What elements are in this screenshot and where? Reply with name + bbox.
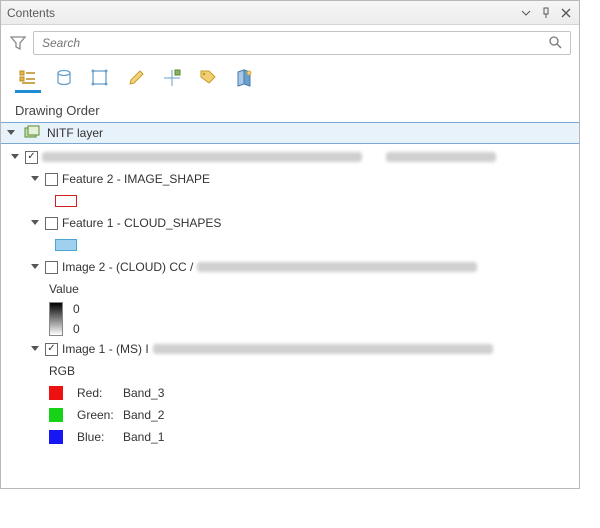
visibility-checkbox[interactable]: [45, 217, 58, 230]
expand-toggle[interactable]: [29, 173, 41, 185]
value-heading-row: Value: [5, 278, 575, 300]
list-by-perspective-imagery-button[interactable]: [231, 67, 257, 93]
panel-titlebar: Contents: [1, 1, 579, 25]
table-row[interactable]: [5, 146, 575, 168]
list-by-drawing-order-button[interactable]: [15, 67, 41, 93]
expand-toggle[interactable]: [29, 343, 41, 355]
image2-label: Image 2 - (CLOUD) CC /: [62, 260, 193, 274]
close-icon[interactable]: [559, 6, 573, 20]
redacted-label: [386, 152, 496, 162]
feature1-label: Feature 1 - CLOUD_SHAPES: [62, 216, 221, 230]
expand-toggle[interactable]: [29, 217, 41, 229]
list-by-editing-button[interactable]: [123, 67, 149, 93]
filter-icon[interactable]: [9, 34, 27, 52]
image1-label: Image 1 - (MS) I: [62, 342, 149, 356]
section-heading: Drawing Order: [1, 93, 579, 122]
gradient-swatch: [49, 302, 63, 336]
expand-toggle[interactable]: [5, 127, 17, 139]
search-input[interactable]: [40, 35, 548, 51]
visibility-checkbox[interactable]: [45, 343, 58, 356]
dropdown-icon[interactable]: [519, 6, 533, 20]
redacted-label: [153, 344, 493, 354]
rgb-red-row: Red: Band_3: [5, 382, 575, 404]
nitf-layer-row[interactable]: NITF layer: [1, 122, 579, 144]
redacted-label: [42, 152, 362, 162]
rgb-heading-row: RGB: [5, 360, 575, 382]
table-row[interactable]: Image 1 - (MS) I: [5, 338, 575, 360]
value-heading: Value: [49, 282, 79, 296]
table-row[interactable]: Image 2 - (CLOUD) CC /: [5, 256, 575, 278]
visibility-checkbox[interactable]: [25, 151, 38, 164]
panel-title: Contents: [7, 6, 519, 20]
expand-toggle[interactable]: [29, 261, 41, 273]
rgb-heading: RGB: [49, 364, 75, 378]
symbol-swatch: [55, 239, 77, 251]
blue-band: Band_1: [123, 430, 164, 444]
blue-swatch: [49, 430, 63, 444]
redacted-label: [197, 262, 477, 272]
red-band: Band_3: [123, 386, 164, 400]
list-by-data-source-button[interactable]: [51, 67, 77, 93]
search-icon[interactable]: [548, 35, 564, 51]
symbol-row[interactable]: [5, 190, 575, 212]
blue-prefix: Blue:: [77, 430, 119, 444]
feature2-label: Feature 2 - IMAGE_SHAPE: [62, 172, 210, 186]
table-row[interactable]: Feature 1 - CLOUD_SHAPES: [5, 212, 575, 234]
contents-toolbar: [1, 59, 579, 93]
value-min: 0: [73, 322, 80, 336]
symbol-swatch: [55, 195, 77, 207]
group-layer-icon: [23, 124, 41, 142]
layer-tree: Feature 2 - IMAGE_SHAPE Feature 1 - CLOU…: [1, 144, 579, 488]
visibility-checkbox[interactable]: [45, 173, 58, 186]
symbol-row[interactable]: [5, 234, 575, 256]
visibility-checkbox[interactable]: [45, 261, 58, 274]
list-by-labeling-button[interactable]: [195, 67, 221, 93]
search-box[interactable]: [33, 31, 571, 55]
green-prefix: Green:: [77, 408, 119, 422]
expand-toggle[interactable]: [9, 151, 21, 163]
autohide-pin-icon[interactable]: [539, 6, 553, 20]
red-prefix: Red:: [77, 386, 119, 400]
stretch-ramp-row: 0 0: [5, 300, 575, 338]
rgb-blue-row: Blue: Band_1: [5, 426, 575, 448]
value-max: 0: [73, 302, 80, 316]
green-band: Band_2: [123, 408, 164, 422]
list-by-selection-button[interactable]: [87, 67, 113, 93]
green-swatch: [49, 408, 63, 422]
nitf-layer-label: NITF layer: [47, 126, 103, 140]
rgb-green-row: Green: Band_2: [5, 404, 575, 426]
table-row[interactable]: Feature 2 - IMAGE_SHAPE: [5, 168, 575, 190]
list-by-snapping-button[interactable]: [159, 67, 185, 93]
red-swatch: [49, 386, 63, 400]
